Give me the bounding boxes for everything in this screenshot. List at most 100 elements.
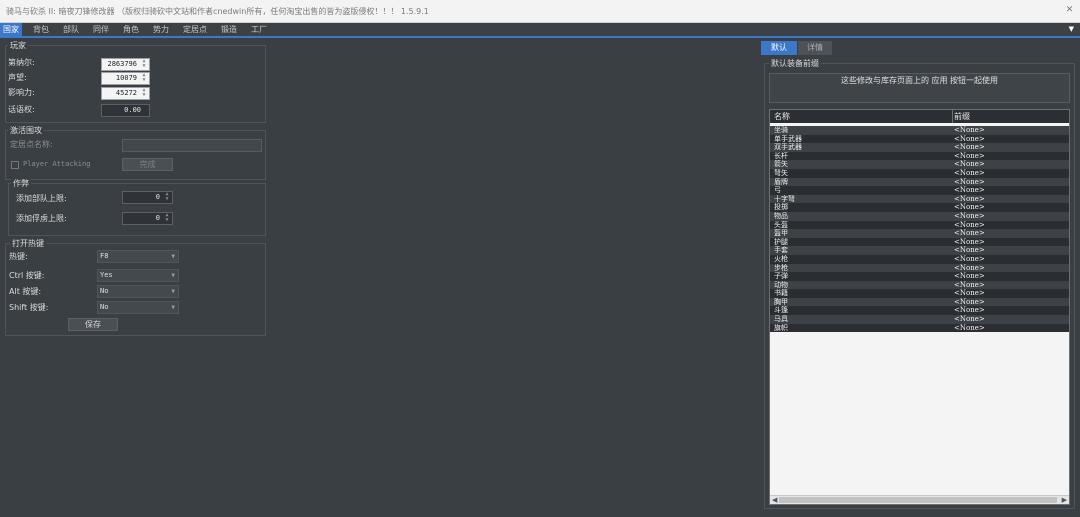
spinner-arrows-icon[interactable]: ▲ ▼	[140, 88, 148, 99]
complete-button[interactable]: 完成	[122, 158, 173, 171]
row-prefix-cell[interactable]: <None>	[954, 281, 985, 290]
row-prefix-cell[interactable]: <None>	[954, 195, 985, 204]
row-prefix-cell[interactable]: <None>	[954, 126, 985, 135]
row-prefix-cell[interactable]: <None>	[954, 298, 985, 307]
row-name-cell: 头盔	[774, 220, 788, 229]
table-row[interactable]: 手套 <None>	[770, 246, 1069, 255]
chevron-down-icon[interactable]: ▼	[1069, 25, 1074, 33]
table-row[interactable]: 子弹 <None>	[770, 272, 1069, 281]
row-name-cell: 子弹	[774, 272, 788, 281]
row-prefix-cell[interactable]: <None>	[954, 238, 985, 247]
close-icon[interactable]: ✕	[1065, 6, 1074, 15]
table-row[interactable]: 火枪 <None>	[770, 254, 1069, 264]
tab-default[interactable]: 默认	[761, 41, 797, 55]
row-name-cell: 盾牌	[774, 177, 788, 186]
party-limit-input[interactable]: 0 ▲ ▼	[122, 191, 173, 204]
tab-faction[interactable]: 势力	[148, 23, 174, 37]
table-row[interactable]: 单手武器 <None>	[770, 134, 1069, 144]
row-prefix-cell[interactable]: <None>	[954, 203, 985, 212]
tab-workshop[interactable]: 工厂	[246, 23, 272, 37]
tab-settlement[interactable]: 定居点	[178, 23, 212, 37]
table-row[interactable]: 胸甲 <None>	[770, 297, 1069, 307]
spinner-arrows-icon[interactable]: ▲ ▼	[140, 59, 148, 70]
table-row[interactable]: 头盔 <None>	[770, 220, 1069, 230]
save-button[interactable]: 保存	[68, 318, 118, 331]
column-divider[interactable]	[952, 110, 953, 123]
influence-value: 45272	[115, 89, 137, 97]
table-row[interactable]: 书籍 <None>	[770, 289, 1069, 298]
row-prefix-cell[interactable]: <None>	[954, 315, 985, 324]
scroll-right-icon[interactable]: ▶	[1062, 496, 1067, 504]
ctrl-key-select[interactable]: Yes ▼	[97, 269, 179, 282]
table-row[interactable]: 坐骑 <None>	[770, 126, 1069, 135]
row-prefix-cell[interactable]: <None>	[954, 221, 985, 230]
table-row[interactable]: 箭矢 <None>	[770, 160, 1069, 169]
row-prefix-cell[interactable]: <None>	[954, 255, 985, 264]
row-prefix-cell[interactable]: <None>	[954, 289, 985, 298]
row-prefix-cell[interactable]: <None>	[954, 264, 985, 273]
row-prefix-cell[interactable]: <None>	[954, 306, 985, 315]
row-prefix-cell[interactable]: <None>	[954, 152, 985, 161]
table-row[interactable]: 盔甲 <None>	[770, 229, 1069, 238]
tab-details[interactable]: 详情	[798, 41, 832, 55]
table-row[interactable]: 十字弩 <None>	[770, 194, 1069, 204]
hotkey-select[interactable]: F8 ▼	[97, 250, 179, 263]
spinner-arrows-icon[interactable]: ▲ ▼	[140, 73, 148, 84]
tab-character[interactable]: 角色	[118, 23, 144, 37]
row-prefix-cell[interactable]: <None>	[954, 324, 985, 333]
table-header: 名称 前缀	[770, 110, 1069, 123]
table-row[interactable]: 长杆 <None>	[770, 151, 1069, 161]
table-row[interactable]: 弩矢 <None>	[770, 168, 1069, 178]
shift-key-select[interactable]: No ▼	[97, 301, 179, 314]
discourse-input[interactable]: 0.00	[101, 104, 150, 117]
table-row[interactable]: 步枪 <None>	[770, 263, 1069, 273]
tab-companions[interactable]: 同伴	[88, 23, 114, 37]
scroll-left-icon[interactable]: ◀	[772, 496, 777, 504]
column-header-name[interactable]: 名称	[774, 111, 790, 122]
table-row[interactable]: 弓 <None>	[770, 186, 1069, 195]
table-row[interactable]: 斗篷 <None>	[770, 306, 1069, 316]
tab-country[interactable]: 国家	[0, 23, 22, 37]
row-name-cell: 投掷	[774, 203, 788, 212]
renown-value: 10079	[115, 74, 137, 82]
row-prefix-cell[interactable]: <None>	[954, 178, 985, 187]
row-prefix-cell[interactable]: <None>	[954, 135, 985, 144]
tab-smithing[interactable]: 锻造	[216, 23, 242, 37]
spinner-arrows-icon[interactable]: ▲ ▼	[163, 192, 171, 203]
row-prefix-cell[interactable]: <None>	[954, 229, 985, 238]
table-row[interactable]: 投掷 <None>	[770, 203, 1069, 212]
prisoner-limit-input[interactable]: 0 ▲ ▼	[122, 212, 173, 225]
row-prefix-cell[interactable]: <None>	[954, 272, 985, 281]
tab-party[interactable]: 部队	[58, 23, 84, 37]
table-row[interactable]: 盾牌 <None>	[770, 177, 1069, 187]
main-tab-bar: 国家 背包 部队 同伴 角色 势力 定居点 锻造 工厂 ▼	[0, 23, 1080, 38]
row-prefix-cell[interactable]: <None>	[954, 160, 985, 169]
table-row[interactable]: 双手武器 <None>	[770, 143, 1069, 152]
table-row[interactable]: 护腿 <None>	[770, 237, 1069, 247]
row-name-cell: 手套	[774, 246, 788, 255]
siege-group-title: 激活围攻	[8, 125, 44, 136]
renown-label: 声望:	[8, 73, 27, 82]
row-prefix-cell[interactable]: <None>	[954, 212, 985, 221]
row-prefix-cell[interactable]: <None>	[954, 169, 985, 178]
denar-label: 第纳尔:	[8, 58, 35, 67]
settlement-name-input[interactable]	[122, 139, 262, 152]
tab-inventory[interactable]: 背包	[28, 23, 54, 37]
player-attacking-checkbox[interactable]	[11, 161, 19, 169]
row-prefix-cell[interactable]: <None>	[954, 186, 985, 195]
table-row[interactable]: 动物 <None>	[770, 280, 1069, 290]
row-prefix-cell[interactable]: <None>	[954, 143, 985, 152]
spinner-arrows-icon[interactable]: ▲ ▼	[163, 213, 171, 224]
table-row[interactable]: 物品 <None>	[770, 211, 1069, 221]
row-prefix-cell[interactable]: <None>	[954, 246, 985, 255]
horizontal-scrollbar[interactable]: ◀ ▶	[770, 495, 1069, 504]
column-header-prefix[interactable]: 前缀	[954, 111, 970, 122]
row-name-cell: 斗篷	[774, 306, 788, 315]
scrollbar-thumb[interactable]	[779, 497, 1057, 503]
influence-input[interactable]: 45272 ▲ ▼	[101, 87, 150, 100]
table-row[interactable]: 旗帜 <None>	[770, 323, 1069, 333]
alt-key-select[interactable]: No ▼	[97, 285, 179, 298]
denar-input[interactable]: 2863796 ▲ ▼	[101, 58, 150, 71]
table-row[interactable]: 马具 <None>	[770, 315, 1069, 324]
renown-input[interactable]: 10079 ▲ ▼	[101, 72, 150, 85]
